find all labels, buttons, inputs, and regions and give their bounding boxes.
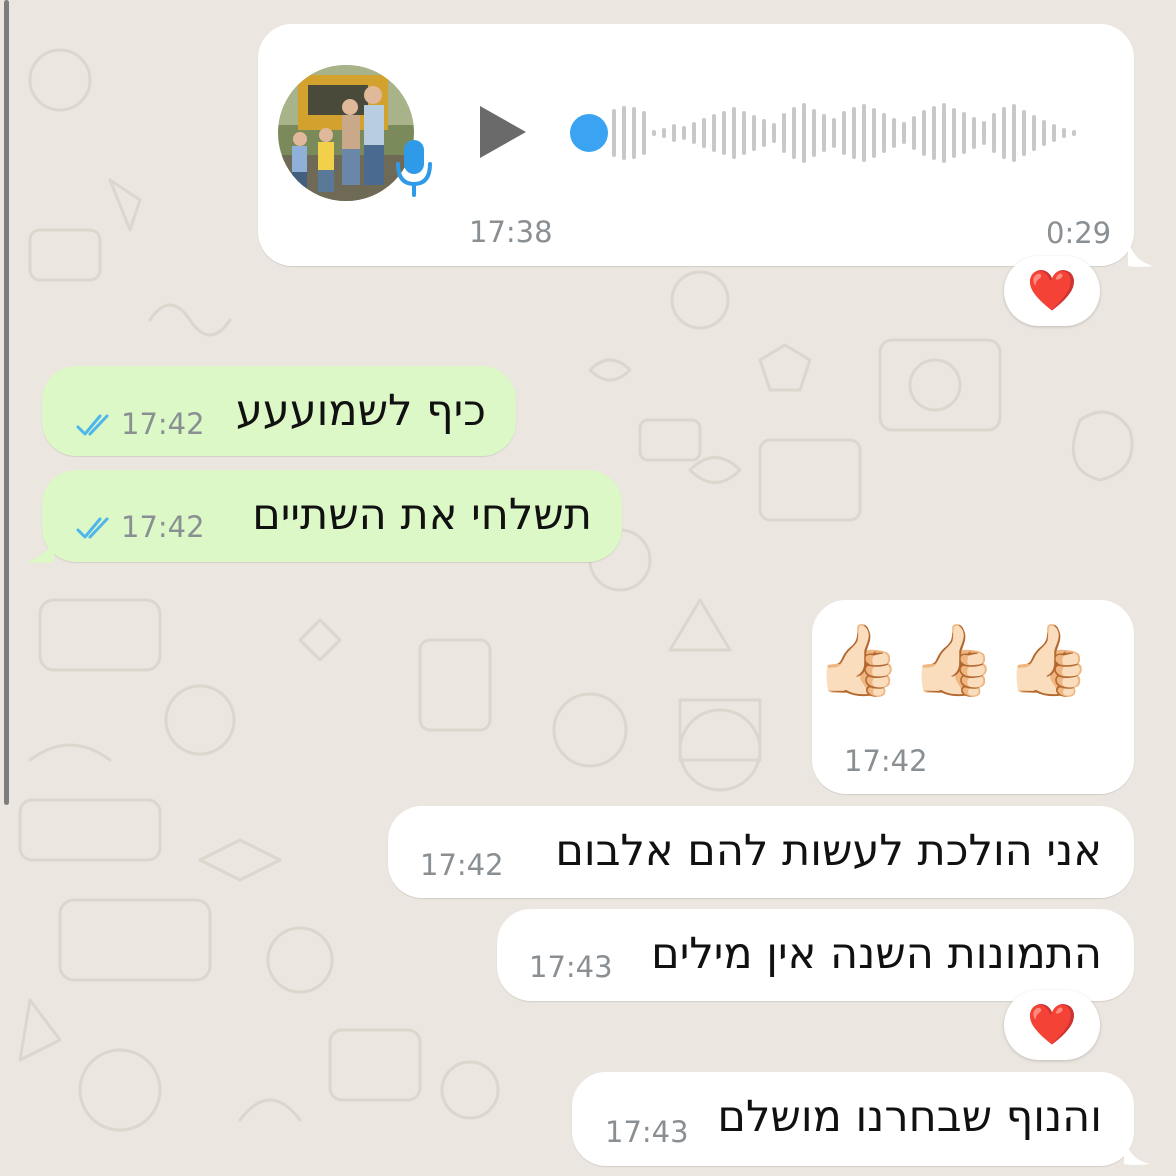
waveform-bar [792,107,796,159]
heart-icon: ❤️ [1027,1002,1077,1048]
waveform-bar [902,122,906,144]
waveform-bar [732,107,736,159]
message-text: אני הולכת לעשות להם אלבום [555,826,1102,876]
waveform-bar [722,111,726,155]
waveform-bar [942,103,946,163]
waveform-bar [922,110,926,156]
waveform-bar [682,126,686,140]
waveform-bar [802,103,806,163]
heart-reaction[interactable]: ❤️ [1004,256,1100,326]
message-time: 17:42 [844,744,928,778]
bubble-tail [26,536,54,563]
waveform-bar [1072,130,1076,136]
heart-reaction[interactable]: ❤️ [1004,990,1100,1060]
message-time: 17:42 [121,407,205,441]
waveform-bar [932,106,936,160]
message-text: התמונות השנה אין מילים [651,929,1102,979]
waveform-bar [982,121,986,145]
waveform-bar [712,114,716,152]
read-ticks-icon [76,414,109,436]
heart-icon: ❤️ [1027,268,1077,314]
waveform-bar [812,109,816,157]
message-text: תשלחי את השתיים [252,490,592,540]
waveform-bar [622,106,626,160]
waveform-bar [642,111,646,155]
waveform-bar [612,109,616,157]
message-text: והנוף שבחרנו מושלם [717,1092,1102,1142]
waveform-bar [1042,120,1046,146]
waveform-bar [692,122,696,144]
message-time: 17:43 [605,1115,689,1149]
waveform-bar [1052,124,1056,142]
waveform-bar [782,113,786,153]
bubble-tail [1124,1138,1150,1165]
waveform-bar [772,123,776,143]
waveform-bar [892,118,896,148]
waveform-bar [962,112,966,154]
waveform-bar [882,113,886,153]
emoji-message: 👍🏻👍🏻👍🏻 [814,619,1100,701]
read-ticks-icon [76,517,109,539]
message-time: 17:43 [529,950,613,984]
waveform-bar [852,107,856,159]
waveform-bar [762,119,766,147]
waveform-bar [832,118,836,148]
waveform-bar [672,124,676,142]
message-time: 17:42 [420,848,504,882]
waveform-bar [992,113,996,153]
play-icon[interactable] [478,104,528,160]
waveform-bar [1032,115,1036,151]
waveform-bar [652,130,656,136]
waveform-bar [842,111,846,155]
waveform-bar [632,107,636,159]
waveform-bar [1022,110,1026,156]
waveform-bar [1012,104,1016,162]
waveform-bar [972,117,976,149]
waveform-bar [952,108,956,158]
waveform[interactable] [568,98,1098,168]
message-time: 17:42 [121,510,205,544]
waveform-bar [912,116,916,150]
microphone-icon [396,140,432,197]
waveform-bar [822,114,826,152]
waveform-bar [702,118,706,148]
bubble-tail [1128,240,1154,267]
waveform-bar [872,108,876,158]
voice-duration: 0:29 [1046,216,1112,250]
scroll-indicator[interactable] [4,0,9,805]
message-text: כיף לשמועעע [235,386,486,436]
waveform-bar [662,128,666,138]
waveform-bar [1002,107,1006,159]
playhead-dot[interactable] [570,114,608,152]
voice-time: 17:38 [469,215,553,249]
waveform-bar [1062,128,1066,138]
waveform-bar [752,115,756,151]
waveform-bar [742,111,746,155]
waveform-bar [862,104,866,162]
